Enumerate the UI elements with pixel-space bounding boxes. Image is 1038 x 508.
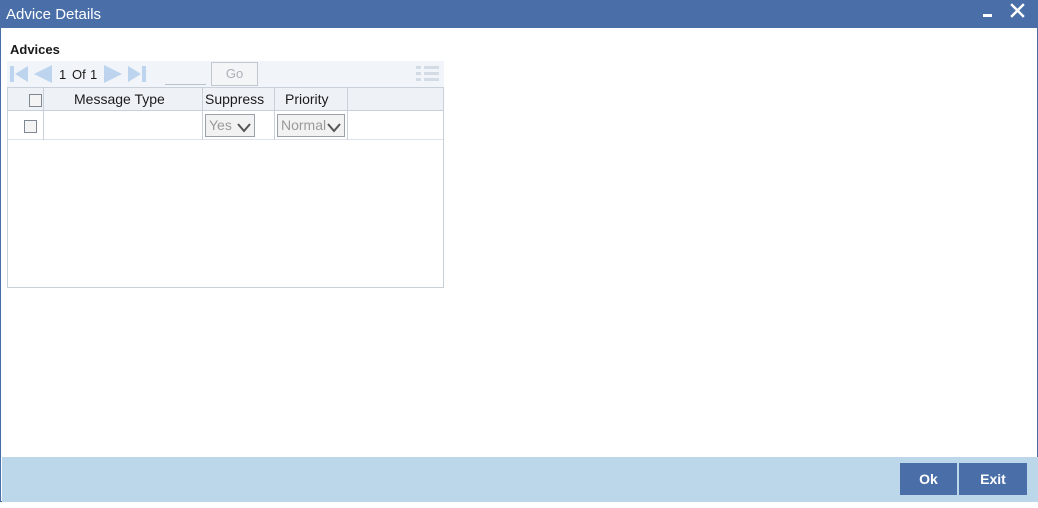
column-divider bbox=[347, 88, 348, 111]
list-view-icon[interactable] bbox=[415, 64, 440, 84]
page-number-input[interactable] bbox=[165, 65, 206, 85]
column-divider bbox=[274, 88, 275, 111]
last-page-icon[interactable] bbox=[127, 65, 147, 83]
advices-section-title: Advices bbox=[10, 42, 60, 57]
select-all-checkbox[interactable] bbox=[29, 94, 42, 107]
chevron-down-icon bbox=[237, 119, 251, 133]
column-divider bbox=[43, 111, 44, 140]
close-icon[interactable] bbox=[1008, 2, 1028, 22]
window-title: Advice Details bbox=[6, 6, 102, 23]
previous-page-icon[interactable] bbox=[33, 65, 53, 83]
ok-button[interactable]: Ok bbox=[900, 463, 957, 495]
suppress-select[interactable]: Yes bbox=[205, 114, 255, 137]
go-button[interactable]: Go bbox=[211, 62, 258, 86]
column-header-message-type[interactable]: Message Type bbox=[74, 88, 165, 111]
row-select-checkbox[interactable] bbox=[24, 120, 37, 133]
grid-header: Message Type Suppress Priority bbox=[8, 88, 443, 111]
column-divider bbox=[202, 88, 203, 111]
of-label: Of bbox=[72, 67, 86, 82]
pagination-toolbar: 1 Of 1 Go bbox=[7, 61, 444, 87]
current-page: 1 bbox=[59, 67, 67, 82]
exit-button[interactable]: Exit bbox=[959, 463, 1027, 495]
advices-grid: Message Type Suppress Priority Yes Norma… bbox=[7, 87, 444, 288]
minimize-icon[interactable] bbox=[977, 3, 997, 23]
column-divider bbox=[347, 111, 348, 140]
chevron-down-icon bbox=[327, 119, 341, 133]
column-header-priority[interactable]: Priority bbox=[285, 88, 329, 111]
column-header-suppress[interactable]: Suppress bbox=[205, 88, 264, 111]
advice-details-window: Advice Details Advices 1 Of 1 Go Message… bbox=[0, 0, 1038, 502]
first-page-icon[interactable] bbox=[9, 65, 29, 83]
suppress-select-value: Yes bbox=[209, 117, 232, 133]
priority-select[interactable]: Normal bbox=[277, 114, 345, 137]
footer-bar: Ok Exit bbox=[2, 457, 1038, 502]
column-divider bbox=[43, 88, 44, 111]
title-bar: Advice Details bbox=[1, 1, 1037, 28]
column-divider bbox=[274, 111, 275, 140]
priority-select-value: Normal bbox=[281, 117, 327, 133]
table-row[interactable]: Yes Normal bbox=[8, 111, 443, 140]
column-divider bbox=[202, 111, 203, 140]
total-pages: 1 bbox=[90, 67, 98, 82]
next-page-icon[interactable] bbox=[103, 65, 123, 83]
